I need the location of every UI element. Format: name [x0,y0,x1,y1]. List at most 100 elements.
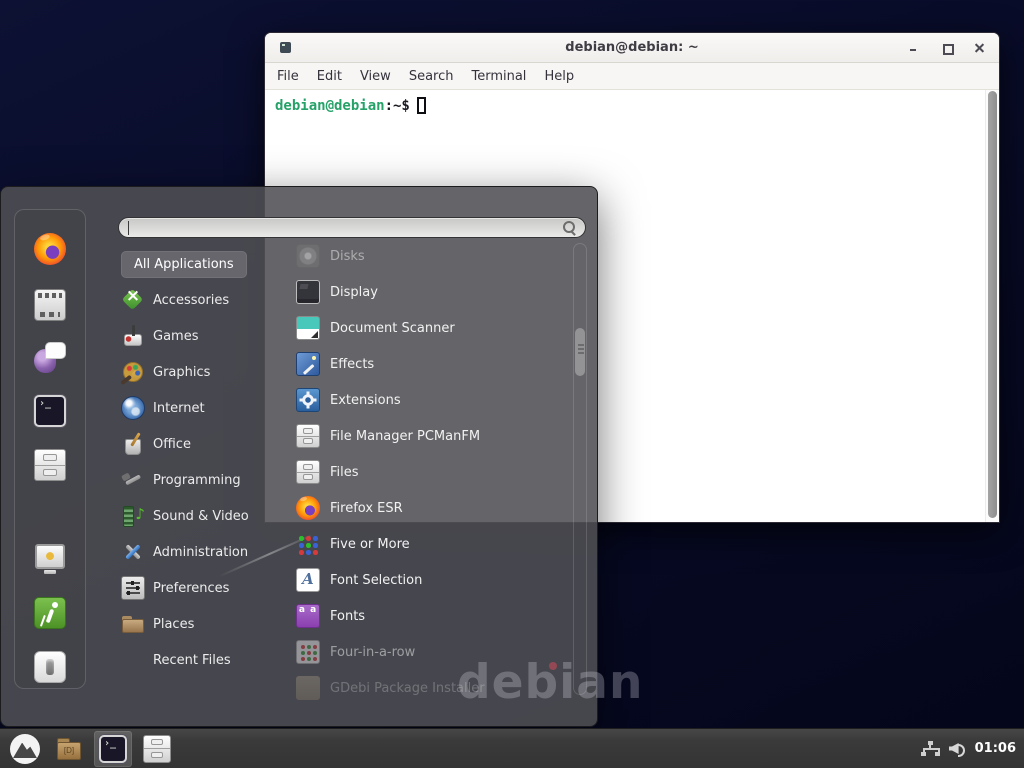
menu-scrollbar-thumb[interactable] [575,328,585,376]
menubar-item-view[interactable]: View [351,69,400,84]
category-places[interactable]: Places [121,606,271,642]
favorite-keyboard[interactable] [33,286,67,320]
category-programming[interactable]: Programming [121,462,271,498]
gdebi-icon [296,676,320,700]
prompt-suffix: :~$ [385,98,410,114]
category-label: Administration [153,545,248,560]
favorite-shutdown[interactable] [33,650,67,684]
application-list: Disks Display Document Scanner Effects E… [284,238,566,706]
search-input[interactable] [118,217,586,238]
category-graphics[interactable]: Graphics [121,354,271,390]
application-four-in-a-row[interactable]: Four-in-a-row [284,634,566,670]
application-five-or-more[interactable]: Five or More [284,526,566,562]
application-label: File Manager PCManFM [330,429,480,444]
favorite-firefox[interactable] [33,232,67,266]
application-files[interactable]: Files [284,454,566,490]
category-list: All Applications Accessories Games Graph… [121,251,271,678]
clock[interactable]: 01:06 [975,741,1016,756]
menubar-item-search[interactable]: Search [400,69,463,84]
application-display[interactable]: Display [284,274,566,310]
application-font-selection[interactable]: Font Selection [284,562,566,598]
category-recent-files[interactable]: Recent Files [121,642,271,678]
application-firefox-esr[interactable]: Firefox ESR [284,490,566,526]
firefox-icon [34,233,66,265]
search-icon [563,221,577,235]
category-label: Programming [153,473,241,488]
minimize-button[interactable] [908,42,919,53]
application-label: Four-in-a-row [330,645,415,660]
category-games[interactable]: Games [121,318,271,354]
volume-icon[interactable] [949,741,966,756]
category-internet[interactable]: Internet [121,390,271,426]
network-icon[interactable] [921,741,940,757]
terminal-scrollbar[interactable] [985,90,999,522]
favorite-cabinet[interactable] [33,448,67,482]
favorites-rail [14,209,86,689]
text-caret [128,221,129,235]
application-disks[interactable]: Disks [284,238,566,274]
application-extensions[interactable]: Extensions [284,382,566,418]
taskbar-item-cabinet[interactable] [138,731,176,767]
menu-scrollbar[interactable] [573,243,587,695]
terminal-scrollbar-thumb[interactable] [988,91,997,518]
favorite-lockscreen[interactable] [33,542,67,576]
fivemore-icon [296,532,320,556]
application-file-manager-pcmanfm[interactable]: File Manager PCManFM [284,418,566,454]
favorite-pidgin[interactable] [33,340,67,374]
menubar-item-file[interactable]: File [268,69,308,84]
terminal-icon [99,735,127,763]
application-label: Firefox ESR [330,501,403,516]
terminal-icon [34,395,66,427]
fourinarow-icon [296,640,320,664]
preferences-icon [121,576,145,600]
menubar-item-help[interactable]: Help [535,69,583,84]
desktop: debian@debian: ~ FileEditViewSearchTermi… [0,0,1024,768]
application-effects[interactable]: Effects [284,346,566,382]
graphics-icon [121,360,145,384]
category-office[interactable]: Office [121,426,271,462]
soundvideo-icon [121,504,145,528]
taskbar-item-terminal[interactable] [94,731,132,767]
application-label: GDebi Package Installer [330,681,485,696]
application-label: Five or More [330,537,410,552]
terminal-titlebar[interactable]: debian@debian: ~ [265,33,999,63]
accessories-icon [121,288,145,312]
disks-icon [296,244,320,268]
programming-icon [121,468,145,492]
category-label: Internet [153,401,205,416]
application-gdebi-package-installer[interactable]: GDebi Package Installer [284,670,566,706]
terminal-prompt: debian@debian:~$ [265,90,999,114]
maximize-button[interactable] [941,42,952,53]
folder-d-icon [55,735,83,763]
favorite-terminal[interactable] [33,394,67,428]
window-controls [908,33,985,62]
category-label: All Applications [134,257,234,272]
fonts-icon [296,604,320,628]
taskbar-item-menu-logo[interactable] [6,731,44,767]
menubar-item-edit[interactable]: Edit [308,69,351,84]
category-all-applications[interactable]: All Applications [121,251,247,278]
category-label: Sound & Video [153,509,249,524]
cabinet-icon [34,449,66,481]
fontselection-icon [296,568,320,592]
cabinet-icon [296,424,320,448]
favorite-logout[interactable] [33,596,67,630]
close-button[interactable] [974,42,985,53]
application-document-scanner[interactable]: Document Scanner [284,310,566,346]
window-title: debian@debian: ~ [265,40,999,55]
application-label: Display [330,285,378,300]
category-label: Recent Files [153,653,231,668]
category-accessories[interactable]: Accessories [121,282,271,318]
category-label: Graphics [153,365,210,380]
prompt-user-host: debian@debian [275,98,385,114]
application-label: Document Scanner [330,321,455,336]
taskbar-item-folder-d[interactable] [50,731,88,767]
logout-icon [34,597,66,629]
application-fonts[interactable]: Fonts [284,598,566,634]
menubar-item-terminal[interactable]: Terminal [462,69,535,84]
category-sound-video[interactable]: Sound & Video [121,498,271,534]
terminal-window-icon [280,42,291,53]
category-preferences[interactable]: Preferences [121,570,271,606]
category-label: Games [153,329,198,344]
category-administration[interactable]: Administration [121,534,271,570]
